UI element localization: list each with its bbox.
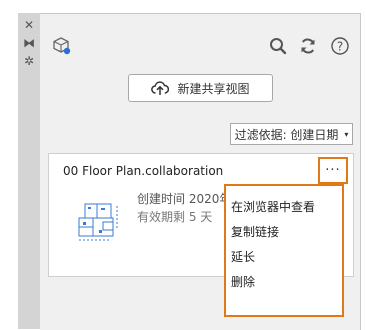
new-shared-view-button[interactable]: 新建共享视图 — [128, 74, 273, 102]
shared-views-panel: ? 新建共享视图 过滤依据: 创建日期 ▾ 00 Floor Plan.coll… — [40, 13, 361, 330]
chevron-down-icon: ▾ — [344, 129, 349, 139]
context-menu: 在浏览器中查看 复制链接 延长 删除 — [224, 184, 344, 317]
side-toolbar: ✕ ⧓ ✲ — [18, 13, 41, 329]
new-shared-view-label: 新建共享视图 — [177, 81, 250, 96]
shared-views-logo-icon — [53, 37, 71, 55]
svg-text:?: ? — [337, 40, 343, 54]
help-icon[interactable]: ? — [330, 36, 350, 56]
dock-icon[interactable]: ⧓ — [21, 36, 37, 50]
menu-item-extend[interactable]: 延长 — [226, 245, 342, 270]
expiry-info: 有效期剩 5 天 — [137, 210, 213, 224]
floor-plan-thumbnail — [78, 203, 118, 241]
menu-item-view-in-browser[interactable]: 在浏览器中查看 — [226, 195, 342, 220]
menu-item-copy-link[interactable]: 复制链接 — [226, 220, 342, 245]
more-options-button[interactable]: ··· — [318, 157, 348, 184]
page: ✕ ⧓ ✲ ? 新建共享视图 过滤依据: 创建日期 ▾ 00 Floor Pla… — [0, 0, 366, 330]
shared-view-meta: 创建时间 2020年 有效期剩 5 天 — [137, 190, 231, 226]
filter-dropdown[interactable]: 过滤依据: 创建日期 ▾ — [230, 123, 353, 145]
shared-view-title: 00 Floor Plan.collaboration — [63, 164, 224, 178]
refresh-icon[interactable] — [298, 36, 318, 56]
filter-label: 过滤依据: 创建日期 — [234, 127, 339, 142]
created-date: 创建时间 2020年 — [137, 192, 232, 206]
search-icon[interactable] — [268, 36, 288, 56]
menu-item-delete[interactable]: 删除 — [226, 270, 342, 295]
cloud-upload-icon — [151, 81, 170, 95]
settings-icon[interactable]: ✲ — [21, 54, 37, 68]
close-icon[interactable]: ✕ — [21, 18, 37, 32]
